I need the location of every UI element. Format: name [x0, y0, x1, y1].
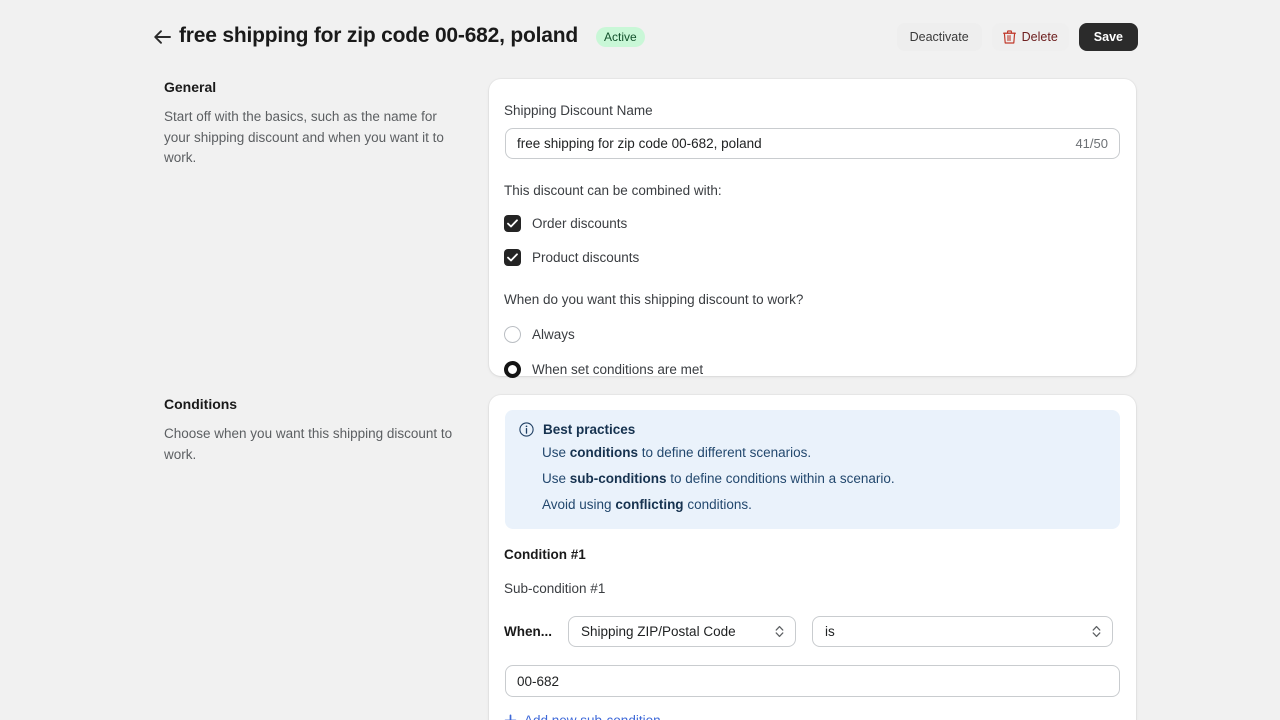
line-prefix: Use [542, 445, 570, 460]
general-section-description: Start off with the basics, such as the n… [164, 109, 444, 165]
checkbox-checked-icon [504, 214, 521, 232]
chevron-up-down-icon [1092, 625, 1101, 638]
best-practices-line: Avoid using conflicting conditions. [542, 495, 1106, 515]
combine-with-label: This discount can be combined with: [504, 183, 722, 198]
condition-operator-select[interactable]: is [812, 616, 1113, 647]
when-label: When... [504, 624, 552, 639]
sub-condition-title: Sub-condition #1 [504, 581, 606, 596]
radio-when-conditions-met-label: When set conditions are met [532, 361, 704, 377]
checkbox-product-discounts-label: Product discounts [532, 249, 640, 265]
info-circle-icon [519, 422, 534, 437]
condition-field-select[interactable]: Shipping ZIP/Postal Code [568, 616, 796, 647]
checkbox-checked-icon [504, 248, 521, 266]
arrow-left-icon [153, 30, 171, 44]
condition-value-text: 00-682 [517, 673, 560, 689]
radio-selected-icon [504, 360, 521, 378]
chevron-up-down-icon [775, 625, 784, 638]
delete-button[interactable]: Delete [991, 23, 1069, 51]
line-bold-term: conflicting [615, 497, 684, 512]
radio-always-label: Always [532, 326, 575, 342]
line-suffix: to define different scenarios. [638, 445, 812, 460]
condition-value-input[interactable]: 00-682 [505, 665, 1120, 697]
line-bold-term: sub-conditions [569, 471, 667, 486]
discount-editor-page: free shipping for zip code 00-682, polan… [0, 0, 1280, 720]
discount-name-counter: 41/50 [1075, 136, 1108, 151]
best-practices-title: Best practices [543, 422, 636, 437]
back-button[interactable] [152, 27, 172, 47]
line-prefix: Avoid using [542, 497, 616, 512]
page-title: free shipping for zip code 00-682, polan… [179, 24, 579, 47]
condition-title: Condition #1 [504, 547, 586, 562]
sub-condition-row: When... Shipping ZIP/Postal Code is [504, 616, 1136, 647]
checkbox-order-discounts-label: Order discounts [532, 215, 628, 231]
discount-name-input[interactable]: free shipping for zip code 00-682, polan… [505, 128, 1120, 159]
add-sub-condition-button[interactable]: Add new sub-condition [504, 713, 661, 720]
best-practices-header: Best practices [519, 422, 1106, 437]
best-practices-line: Use sub-conditions to define conditions … [542, 469, 1106, 489]
plus-icon [504, 714, 517, 720]
when-question-label: When do you want this shipping discount … [504, 292, 804, 307]
general-section-info: General Start off with the basics, such … [164, 79, 454, 169]
conditions-section-title: Conditions [164, 396, 238, 412]
general-section-title: General [164, 79, 217, 95]
condition-field-select-value: Shipping ZIP/Postal Code [581, 624, 736, 639]
delete-button-label: Delete [1021, 30, 1058, 44]
status-badge: Active [596, 27, 645, 47]
line-suffix: conditions. [683, 497, 752, 512]
save-button[interactable]: Save [1078, 23, 1138, 51]
conditions-card: Best practices Use conditions to define … [489, 395, 1136, 720]
general-card: Shipping Discount Name free shipping for… [489, 79, 1136, 378]
trash-icon [1002, 30, 1016, 44]
radio-always[interactable]: Always [504, 323, 1136, 345]
checkbox-order-discounts[interactable]: Order discounts [504, 212, 1136, 234]
header-actions: Deactivate Delete Save [896, 23, 1138, 51]
conditions-section-description: Choose when you want this shipping disco… [164, 426, 453, 462]
line-bold-term: conditions [569, 445, 639, 460]
page-header: free shipping for zip code 00-682, polan… [0, 0, 1280, 74]
discount-name-label: Shipping Discount Name [504, 103, 653, 118]
radio-when-conditions-met[interactable]: When set conditions are met [504, 358, 1136, 380]
deactivate-button[interactable]: Deactivate [896, 23, 982, 51]
when-radio-group: Always When set conditions are met [489, 323, 1136, 380]
radio-unselected-icon [504, 325, 521, 343]
condition-operator-select-value: is [825, 624, 835, 639]
best-practices-banner: Best practices Use conditions to define … [505, 410, 1120, 529]
combine-checkbox-group: Order discounts Product discounts [489, 212, 1136, 268]
best-practices-line: Use conditions to define different scena… [542, 443, 1106, 463]
discount-name-value: free shipping for zip code 00-682, polan… [517, 136, 762, 151]
checkbox-product-discounts[interactable]: Product discounts [504, 246, 1136, 268]
add-sub-condition-label: Add new sub-condition [524, 713, 661, 720]
conditions-section-info: Conditions Choose when you want this shi… [164, 396, 454, 465]
line-suffix: to define conditions within a scenario. [666, 471, 895, 486]
line-prefix: Use [542, 471, 570, 486]
